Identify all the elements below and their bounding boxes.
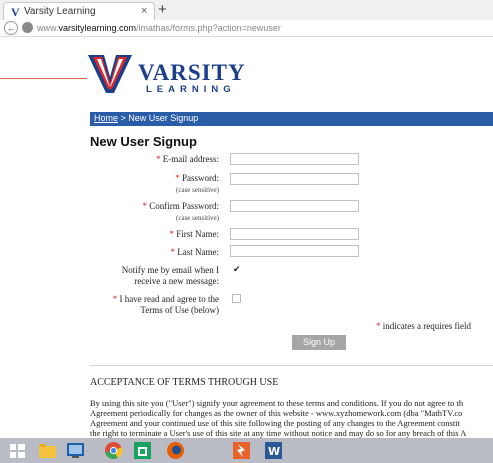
breadcrumb-current: New User Signup xyxy=(128,113,199,123)
password-note: (case sensitive) xyxy=(176,186,219,194)
confirm-password-field[interactable] xyxy=(230,200,359,212)
close-tab-icon[interactable]: × xyxy=(141,5,147,17)
notify-checkbox[interactable]: ✔ xyxy=(232,265,241,274)
terms-line: By using this site you ("User") signify … xyxy=(90,398,464,408)
password-field[interactable] xyxy=(230,173,359,185)
notify-label-line-2: receive a new message: xyxy=(134,276,219,286)
url-path: /imathas/forms.php?action=newuser xyxy=(136,23,281,33)
word-icon[interactable]: W xyxy=(264,441,283,460)
notify-label: Notify me by email when Ireceive a new m… xyxy=(122,265,219,287)
svg-text:W: W xyxy=(268,445,280,458)
terms-line: the right to terminate a User's use of t… xyxy=(90,428,467,438)
breadcrumb-separator: > xyxy=(118,113,129,123)
tab-title: Varsity Learning xyxy=(24,6,96,17)
firefox-icon[interactable] xyxy=(166,441,185,460)
sign-up-button[interactable]: Sign Up xyxy=(292,335,346,350)
required-marker: * xyxy=(112,294,118,304)
confirm-label-text: Confirm Password: xyxy=(149,201,219,211)
tab-strip: V Varsity Learning × + xyxy=(0,0,493,20)
notify-label-line-1: Notify me by email when I xyxy=(121,265,219,275)
url-domain: varsitylearning.com xyxy=(58,23,137,33)
varsity-v-logo-icon[interactable] xyxy=(88,53,132,93)
last-name-field[interactable] xyxy=(230,245,359,257)
confirm-note: (case sensitive) xyxy=(176,214,219,222)
back-arrow-icon[interactable]: ← xyxy=(4,21,18,35)
page-title: New User Signup xyxy=(90,134,197,149)
required-marker: * xyxy=(156,154,161,164)
first-label-text: First Name: xyxy=(176,229,219,239)
first-name-field[interactable] xyxy=(230,228,359,240)
logo-wordmark: VARSITY xyxy=(138,60,246,85)
required-note-text: indicates a requires field xyxy=(382,321,471,331)
url-prefix: www. xyxy=(37,23,59,33)
last-name-label: * Last Name: xyxy=(171,247,220,258)
required-marker: * xyxy=(170,247,176,257)
favicon-icon: V xyxy=(11,5,20,19)
globe-icon xyxy=(22,22,33,33)
required-marker: * xyxy=(175,173,180,183)
header-rule xyxy=(0,78,87,79)
breadcrumb: Home > New User Signup xyxy=(90,112,493,126)
last-label-text: Last Name: xyxy=(177,247,219,257)
logo-subtitle: LEARNING xyxy=(146,84,236,95)
terms-line: Agreement and your continued use of this… xyxy=(90,418,460,428)
password-label-text: Password: xyxy=(181,173,219,183)
first-name-label: * First Name: xyxy=(170,229,220,240)
store-icon[interactable] xyxy=(133,441,152,460)
app-icon[interactable] xyxy=(232,441,251,460)
required-note: * indicates a requires field xyxy=(376,321,471,331)
desktop-app-icon[interactable] xyxy=(66,441,85,460)
required-marker: * xyxy=(142,201,148,211)
url-text[interactable]: www.varsitylearning.com/imathas/forms.ph… xyxy=(37,23,281,33)
divider xyxy=(90,365,493,366)
email-label: * E-mail address: xyxy=(156,154,219,165)
browser-tab[interactable]: V Varsity Learning × xyxy=(3,2,155,20)
agree-label-line-2: Terms of Use (below) xyxy=(140,305,219,315)
agree-label-line-1: I have read and agree to the xyxy=(119,294,219,304)
agree-label: * I have read and agree to the Terms of U… xyxy=(113,294,219,316)
terms-heading: ACCEPTANCE OF TERMS THROUGH USE xyxy=(90,377,279,388)
terms-line: Agreement periodically for changes as th… xyxy=(90,408,463,418)
required-marker: * xyxy=(376,321,381,331)
taskbar: W xyxy=(0,438,493,463)
address-bar[interactable]: ← www.varsitylearning.com/imathas/forms.… xyxy=(0,20,493,37)
file-explorer-icon[interactable] xyxy=(38,441,57,460)
email-label-text: E-mail address: xyxy=(162,154,219,164)
chrome-icon[interactable] xyxy=(104,441,123,460)
breadcrumb-home-link[interactable]: Home xyxy=(94,113,118,123)
agree-terms-checkbox[interactable] xyxy=(232,294,241,303)
email-field[interactable] xyxy=(230,153,359,165)
confirm-password-label: * Confirm Password: (case sensitive) xyxy=(143,201,220,224)
new-tab-icon[interactable]: + xyxy=(158,1,167,18)
password-label: * Password: (case sensitive) xyxy=(175,173,219,196)
windows-start-icon[interactable] xyxy=(8,441,27,460)
required-marker: * xyxy=(169,229,175,239)
